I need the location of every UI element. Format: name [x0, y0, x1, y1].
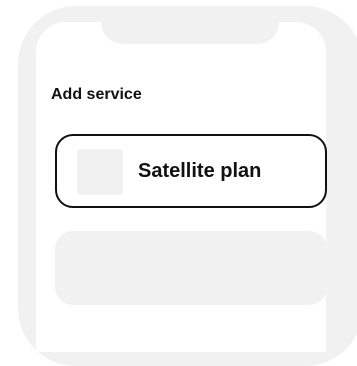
page-title: Add service [51, 86, 142, 103]
service-option-placeholder [55, 231, 327, 305]
service-placeholder-icon [77, 149, 123, 195]
phone-notch [101, 6, 279, 44]
service-option-label: Satellite plan [138, 160, 262, 182]
service-option-satellite-plan[interactable]: Satellite plan [55, 134, 327, 208]
